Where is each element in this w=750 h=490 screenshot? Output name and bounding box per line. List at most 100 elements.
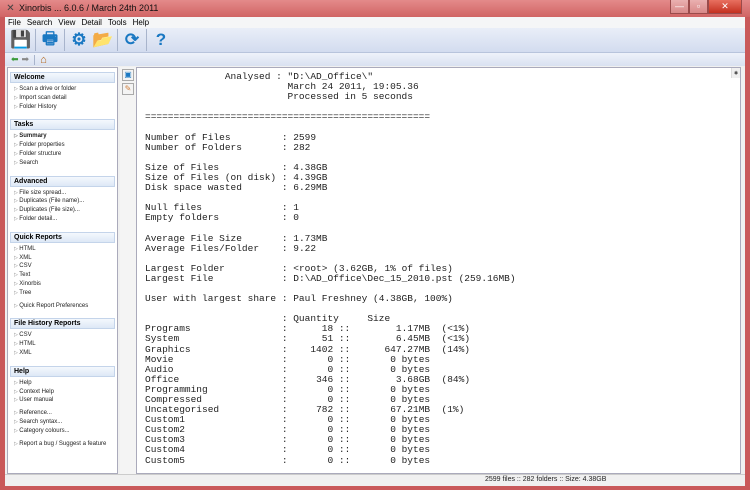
toolbar-separator	[117, 29, 118, 51]
edit-report-icon[interactable]: ✎	[122, 83, 134, 95]
category-percent: (14%)	[441, 343, 471, 355]
sidebar-item[interactable]: XML	[8, 349, 117, 358]
sidebar-item[interactable]: Help	[8, 379, 117, 388]
settings-icon[interactable]: ⚙	[67, 29, 91, 51]
sidebar-item[interactable]: Summary	[8, 132, 117, 141]
stat-value: 6.29MB	[293, 182, 328, 194]
summary-report: ▲ ▼ Analysed : "D:\AD_Office\" March 24 2…	[136, 67, 741, 474]
sidebar-item[interactable]: Duplicates (File name)...	[8, 197, 117, 206]
processed-line: Processed in 5 seconds	[145, 92, 740, 102]
save-report-icon[interactable]: ▣	[122, 69, 134, 81]
sidebar-item[interactable]: Duplicates (File size)...	[8, 206, 117, 215]
back-icon[interactable]: ⬅	[11, 54, 19, 65]
help-icon[interactable]: ?	[149, 29, 173, 51]
save-icon[interactable]: 💾	[9, 29, 33, 51]
report-icon-column: ▣ ✎	[120, 67, 137, 474]
toolbar: 💾 🖶 ⚙ 📂 ⟳?	[5, 28, 745, 53]
sidebar-section-quick-reports[interactable]: Quick Reports	[10, 231, 115, 243]
app-icon: ✕	[6, 3, 15, 14]
folder-open-icon[interactable]: 📂	[91, 29, 115, 51]
status-bar: 2599 files :: 282 folders :: Size: 4.38G…	[5, 474, 745, 486]
sidebar-item[interactable]: Folder structure	[8, 150, 117, 159]
nav-bar: ⬅ ➡ ⌂	[5, 53, 745, 66]
sidebar-item[interactable]: Quick Report Preferences	[8, 302, 117, 311]
menu-detail[interactable]: Detail	[78, 17, 104, 28]
title-bar: ✕ Xinorbis ... 6.0.6 / March 24th 2011 —…	[0, 0, 750, 17]
sidebar-item[interactable]: Tree	[8, 289, 117, 298]
sidebar-section-advanced[interactable]: Advanced	[10, 175, 115, 187]
category-percent: (1%)	[441, 404, 465, 416]
refresh-icon[interactable]: ⟳	[120, 29, 144, 51]
sidebar-item[interactable]: Text	[8, 271, 117, 280]
stat-label: Largest File	[145, 272, 214, 284]
sidebar-item[interactable]: Search syntax...	[8, 418, 117, 427]
category-name: Custom5	[145, 454, 185, 466]
menu-view[interactable]: View	[55, 17, 78, 28]
sidebar-item[interactable]: Folder properties	[8, 141, 117, 150]
sidebar-item[interactable]: Import scan detail	[8, 94, 117, 103]
stat-row: Number of Folders : 282	[145, 141, 311, 153]
menu-tools[interactable]: Tools	[105, 17, 130, 28]
vertical-scrollbar[interactable]: ▲ ▼	[731, 68, 740, 79]
menu-file[interactable]: File	[5, 17, 24, 28]
sidebar-item[interactable]: Context Help	[8, 388, 117, 397]
category-row: Custom5 : 0 :: 0 bytes	[145, 454, 431, 466]
category-percent: (84%)	[441, 373, 471, 385]
separator: ========================================…	[145, 111, 431, 123]
menu-help[interactable]: Help	[130, 17, 152, 28]
task-sidebar: Welcome Scan a drive or folderImport scan…	[7, 67, 118, 474]
sidebar-item[interactable]: HTML	[8, 245, 117, 254]
stat-row: Empty folders : 0	[145, 212, 299, 224]
stat-value: Paul Freshney (4.38GB, 100%)	[293, 293, 453, 305]
minimize-button[interactable]: —	[670, 0, 689, 14]
home-icon[interactable]: ⌂	[40, 54, 47, 66]
sidebar-item[interactable]: Folder History	[8, 103, 117, 112]
sidebar-section-help[interactable]: Help	[10, 365, 115, 377]
sidebar-item[interactable]: Reference...	[8, 409, 117, 418]
toolbar-separator	[35, 29, 36, 51]
status-text: 2599 files :: 282 folders :: Size: 4.38G…	[485, 476, 607, 483]
sidebar-item[interactable]: HTML	[8, 340, 117, 349]
stat-row: Disk space wasted : 6.29MB	[145, 182, 328, 194]
sidebar-section-file-history-reports[interactable]: File History Reports	[10, 318, 115, 330]
sidebar-item[interactable]: Xinorbis	[8, 280, 117, 289]
sidebar-item[interactable]: XML	[8, 254, 117, 263]
forward-icon[interactable]: ➡	[22, 54, 30, 65]
sidebar-item[interactable]: User manual	[8, 396, 117, 405]
sidebar-section-tasks[interactable]: Tasks	[10, 119, 115, 131]
sidebar-item[interactable]: Report a bug / Suggest a feature	[8, 440, 117, 449]
separator-line: ========================================…	[145, 112, 740, 122]
stat-label: Empty folders	[145, 212, 220, 224]
sidebar-item[interactable]: Scan a drive or folder	[8, 85, 117, 94]
stat-value: D:\AD_Office\Dec_15_2010.pst (259.16MB)	[293, 272, 516, 284]
sidebar-item[interactable]: CSV	[8, 331, 117, 340]
stat-value: 282	[293, 141, 311, 153]
close-button[interactable]: ✕	[708, 0, 742, 14]
stat-label: Number of Folders	[145, 141, 242, 153]
print-icon[interactable]: 🖶	[38, 29, 62, 51]
sidebar-item[interactable]: CSV	[8, 262, 117, 271]
sidebar-item[interactable]: Category colours...	[8, 427, 117, 436]
stat-label: Average Files/Folder	[145, 242, 260, 254]
sidebar-section-welcome[interactable]: Welcome	[10, 72, 115, 83]
sidebar-item[interactable]: File size spread...	[8, 189, 117, 198]
sidebar-item[interactable]: Folder detail...	[8, 215, 117, 224]
toolbar-separator	[146, 29, 147, 51]
stat-label: User with largest share	[145, 293, 277, 305]
sidebar-item[interactable]: Search	[8, 159, 117, 168]
stat-row: Largest File : D:\AD_Office\Dec_15_2010.…	[145, 272, 516, 284]
stat-row: Average Files/Folder : 9.22	[145, 242, 317, 254]
window-title: Xinorbis ... 6.0.6 / March 24th 2011	[19, 3, 159, 13]
maximize-button[interactable]: ▫	[689, 0, 708, 14]
category-size: 0 bytes	[390, 454, 431, 466]
processed-time: Processed in 5 seconds	[287, 91, 413, 103]
stat-value: 9.22	[293, 242, 317, 254]
stat-value: 0	[293, 212, 299, 224]
stat-row: User with largest share : Paul Freshney …	[145, 293, 453, 305]
